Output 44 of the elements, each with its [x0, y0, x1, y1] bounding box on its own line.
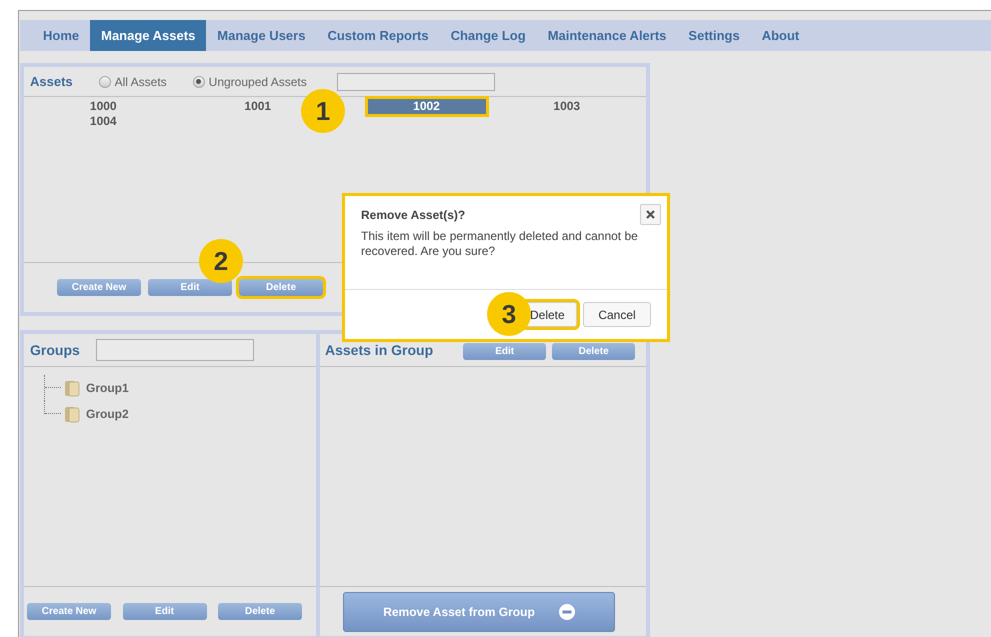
nav-tab[interactable]: Manage Users [206, 20, 316, 51]
action-button[interactable]: Create New [57, 279, 141, 296]
callout-number: 1 [301, 89, 345, 133]
action-button[interactable]: Create New [27, 603, 111, 620]
search-field[interactable] [96, 339, 254, 361]
action-button[interactable]: Edit [148, 279, 232, 296]
nav-tab[interactable]: Settings [677, 20, 751, 51]
search-field[interactable] [336, 72, 495, 90]
asset-item[interactable]: 1000 [88, 99, 119, 114]
nav-tab[interactable]: Manage Assets [90, 20, 206, 51]
dialog-button[interactable]: Cancel [583, 302, 651, 327]
action-button[interactable]: Delete [552, 343, 636, 360]
tree-item[interactable]: Group1 [86, 379, 129, 397]
callout-number: 3 [487, 292, 531, 336]
nav-tab[interactable]: Maintenance Alerts [536, 20, 678, 51]
remove-asset-button[interactable]: Remove Asset from Group [343, 592, 615, 632]
action-button[interactable]: Edit [122, 603, 206, 620]
nav-tab[interactable]: About [750, 20, 810, 51]
close-icon [646, 210, 655, 219]
asset-item[interactable]: 1002 [368, 99, 486, 114]
panel-title: Groups [30, 340, 80, 360]
dialog-message: This item will be permanently deleted and cannot be recovered. Are you sure? [360, 229, 639, 259]
asset-item[interactable]: 1001 [242, 99, 274, 114]
action-button[interactable]: Edit [463, 343, 546, 360]
dialog-title: Remove Asset(s)? [361, 206, 466, 224]
asset-item[interactable]: 1004 [88, 114, 119, 129]
action-button[interactable]: Delete [218, 603, 302, 620]
tree-item[interactable]: Group2 [86, 405, 129, 423]
minus-circle-icon [558, 604, 575, 620]
panel-title: Assets [30, 72, 73, 91]
radio-button[interactable] [98, 76, 111, 88]
asset-item[interactable]: 1003 [551, 99, 582, 114]
panel-title: Assets in Group [325, 341, 434, 360]
radio-label: All Assets [114, 74, 167, 90]
radio-label: Ungrouped Assets [208, 74, 307, 90]
action-button[interactable]: Delete [239, 279, 323, 296]
radio-button[interactable] [192, 76, 205, 88]
nav-tab[interactable]: Change Log [440, 20, 537, 51]
close-button[interactable] [640, 204, 661, 225]
nav-tab[interactable]: Home [32, 20, 90, 51]
folder-icon [64, 405, 80, 423]
callout-number: 2 [199, 239, 243, 283]
nav-tab[interactable]: Custom Reports [316, 20, 440, 51]
folder-icon [64, 379, 80, 397]
